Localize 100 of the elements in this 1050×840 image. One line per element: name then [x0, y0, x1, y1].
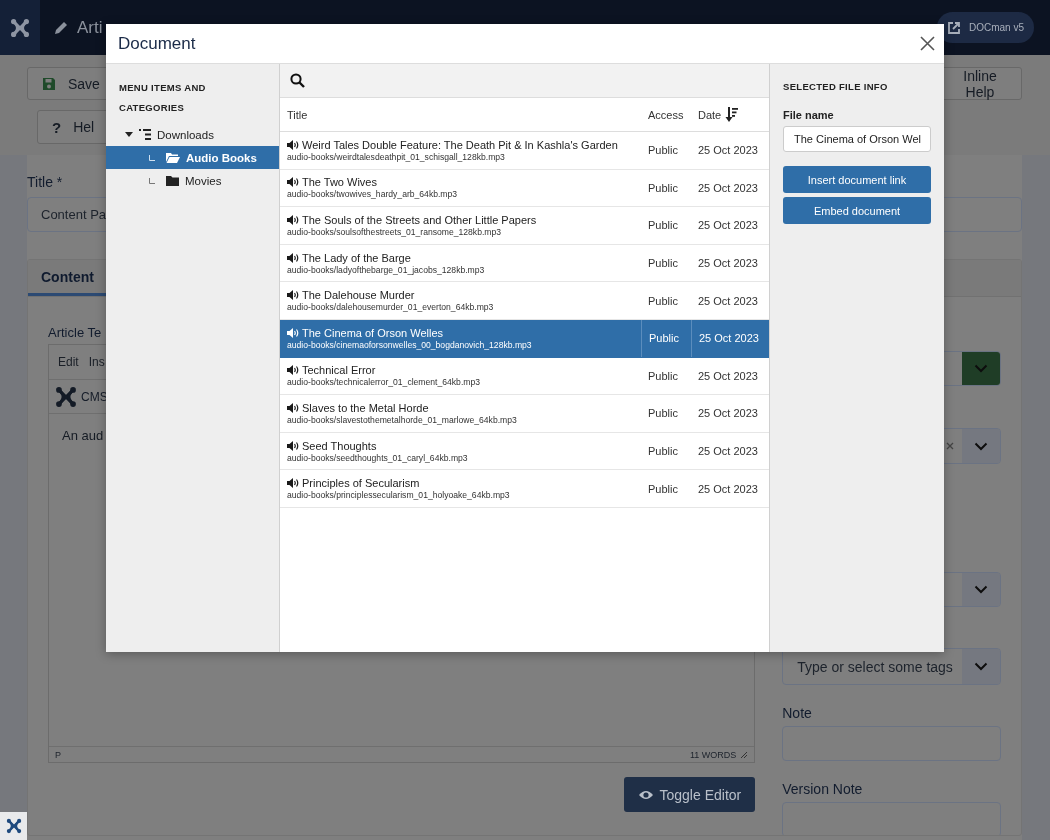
field-label: Title * [27, 173, 63, 190]
file-title: The Souls of the Streets and Other Little Papers [302, 214, 537, 226]
date-cell-text: 25 Oct 2023 [697, 218, 759, 234]
file-row[interactable]: Weird Tales Double Feature: The Death Pit & In Kashla's Garden audio-books/weirdtalesdeathpit_01_schisgall_128kb.mp3 Public 25 Oct 2023 [280, 132, 769, 170]
speaker-icon [287, 290, 299, 301]
file-row[interactable]: The Two Wives audio-books/twowives_hardy_arb_64kb.mp3 Public 25 Oct 2023 [280, 169, 769, 208]
file-title: Seed Thoughts [302, 439, 377, 452]
field-label: Article Te [48, 325, 102, 341]
resize-handle-icon [740, 750, 749, 759]
file-path: audio-books/principlessecularism_01_holyoake_64kb.mp3 [287, 490, 510, 501]
close-icon [920, 36, 935, 51]
open-folder-icon [166, 152, 180, 163]
date-cell-text: 25 Oct 2023 [697, 180, 759, 196]
access-cell-text: Public [647, 368, 679, 384]
close-button[interactable] [920, 36, 935, 51]
file-title: The Cinema of Orson Welles [302, 326, 444, 339]
speaker-icon [287, 177, 299, 188]
file-path: audio-books/soulsofthestreets_01_ransome_128kb.mp3 [287, 227, 502, 237]
speaker-icon [287, 252, 299, 263]
column-header[interactable]: Access [641, 98, 691, 131]
file-path: audio-books/weirdtalesdeathpit_01_schisgall_128kb.mp3 [287, 151, 505, 162]
file-title: The Two Wives [302, 176, 377, 189]
action-button[interactable]: Embed document [783, 197, 931, 224]
date-cell-text: 25 Oct 2023 [697, 143, 759, 159]
file-path: audio-books/slavestothemetalhorde_01_marlowe_64kb.mp3 [287, 414, 517, 425]
speaker-icon [287, 402, 299, 413]
date-cell-text: 25 Oct 2023 [697, 293, 759, 309]
page-title: Arti [77, 17, 103, 38]
file-row[interactable]: Principles of Secularism audio-books/principlessecularism_01_holyoake_64kb.mp3 Public 25 Oct 2023 [280, 470, 769, 508]
help-icon: ? [52, 118, 62, 136]
file-path: audio-books/ladyofthebarge_01_jacobs_128kb.mp3 [287, 264, 485, 275]
logo-icon [10, 17, 30, 38]
action-button[interactable]: Insert document link [783, 166, 931, 193]
access-cell-text: Public [647, 444, 679, 460]
save-icon [42, 76, 56, 91]
menu-item[interactable]: Edit [58, 355, 79, 369]
file-path: audio-books/technicalerror_01_clement_64kb.mp3 [287, 377, 480, 388]
sort-icon [725, 107, 739, 122]
pencil-icon [53, 19, 69, 36]
dialog-title: Document [118, 33, 196, 54]
extension-button[interactable]: DOCman v5 [937, 12, 1034, 43]
date-cell-text: 25 Oct 2023 [697, 481, 759, 497]
access-cell-text: Public [647, 218, 679, 234]
logo-tile[interactable] [0, 812, 27, 840]
tree-item[interactable]: Movies [106, 169, 279, 192]
speaker-icon [287, 478, 299, 489]
column-header[interactable]: Title [280, 98, 641, 131]
chevron-down-icon [974, 364, 988, 373]
toggle-editor-button[interactable]: Toggle Editor [623, 777, 756, 812]
tree-connector-icon [149, 177, 155, 184]
date-cell-text: 25 Oct 2023 [697, 406, 759, 422]
file-path: audio-books/cinemaoforsonwelles_00_bogdanovich_128kb.mp3 [287, 339, 532, 350]
logo-tile[interactable] [0, 0, 40, 55]
speaker-icon [287, 440, 299, 451]
access-cell-text: Public [647, 180, 679, 196]
word-count: 11 WORDS [689, 749, 737, 760]
access-cell-text: Public [647, 406, 679, 422]
file-row[interactable]: Technical Error audio-books/technicalerror_01_clement_64kb.mp3 Public 25 Oct 2023 [280, 357, 769, 396]
access-cell-text: Public [647, 143, 679, 159]
file-row[interactable]: Slaves to the Metal Horde audio-books/slavestothemetalhorde_01_marlowe_64kb.mp3 Public 25 Oct 2023 [280, 395, 769, 433]
element-path: P [55, 749, 61, 760]
caret-icon[interactable] [125, 131, 133, 138]
chevron-down-icon [974, 585, 988, 594]
section-heading: SELECTED FILE INFO [783, 80, 889, 94]
field-label: Version Note [782, 781, 863, 797]
file-title: The Lady of the Barge [302, 251, 411, 264]
eye-icon [637, 788, 654, 801]
logo-icon [55, 385, 77, 408]
date-cell-text: 25 Oct 2023 [697, 256, 759, 272]
file-path: audio-books/twowives_hardy_arb_64kb.mp3 [287, 189, 458, 200]
file-row[interactable]: The Souls of the Streets and Other Little Papers audio-books/soulsofthestreets_01_ransome_128kb.mp3 Public 25 Oct 2023 [280, 207, 769, 245]
file-title: Principles of Secularism [302, 477, 420, 490]
chevron-down-icon [974, 662, 988, 671]
speaker-icon [287, 365, 299, 376]
search-icon [290, 73, 305, 88]
file-title: The Dalehouse Murder [302, 289, 415, 302]
date-cell-text: 25 Oct 2023 [697, 444, 759, 460]
logo-icon [5, 818, 22, 834]
access-cell-text: Public [647, 256, 679, 272]
tree-item[interactable]: Audio Books [106, 146, 279, 169]
menu-item[interactable]: Ins [88, 355, 105, 369]
speaker-icon [287, 327, 299, 338]
speaker-icon [287, 215, 299, 225]
access-cell: Public [641, 319, 691, 357]
file-path: audio-books/seedthoughts_01_caryl_64kb.mp3 [287, 452, 468, 463]
file-row[interactable]: The Lady of the Barge audio-books/ladyofthebarge_01_jacobs_128kb.mp3 Public 25 Oct 2023 [280, 244, 769, 283]
column-header[interactable]: Date [691, 98, 769, 131]
field-label: File name [783, 109, 835, 121]
file-name-field[interactable]: The Cinema of Orson Wel [783, 126, 931, 152]
file-row[interactable]: Seed Thoughts audio-books/seedthoughts_01_caryl_64kb.mp3 Public 25 Oct 2023 [280, 432, 769, 471]
file-row[interactable]: The Dalehouse Murder audio-books/dalehousemurder_01_everton_64kb.mp3 Public 25 Oct 2023 [280, 282, 769, 320]
field-label: Note [782, 705, 812, 721]
speaker-icon [287, 139, 299, 150]
file-title: Weird Tales Double Feature: The Death Pit & In Kashla's Garden [302, 138, 618, 151]
access-cell-text: Public [647, 481, 679, 497]
external-link-icon [947, 20, 961, 35]
folder-icon [166, 175, 179, 186]
file-row[interactable]: The Cinema of Orson Welles audio-books/cinemaoforsonwelles_00_bogdanovich_128kb.mp3 Public 25 Oct 2023 [280, 319, 769, 358]
file-title: Slaves to the Metal Horde [302, 401, 429, 414]
tree-icon [139, 129, 151, 140]
